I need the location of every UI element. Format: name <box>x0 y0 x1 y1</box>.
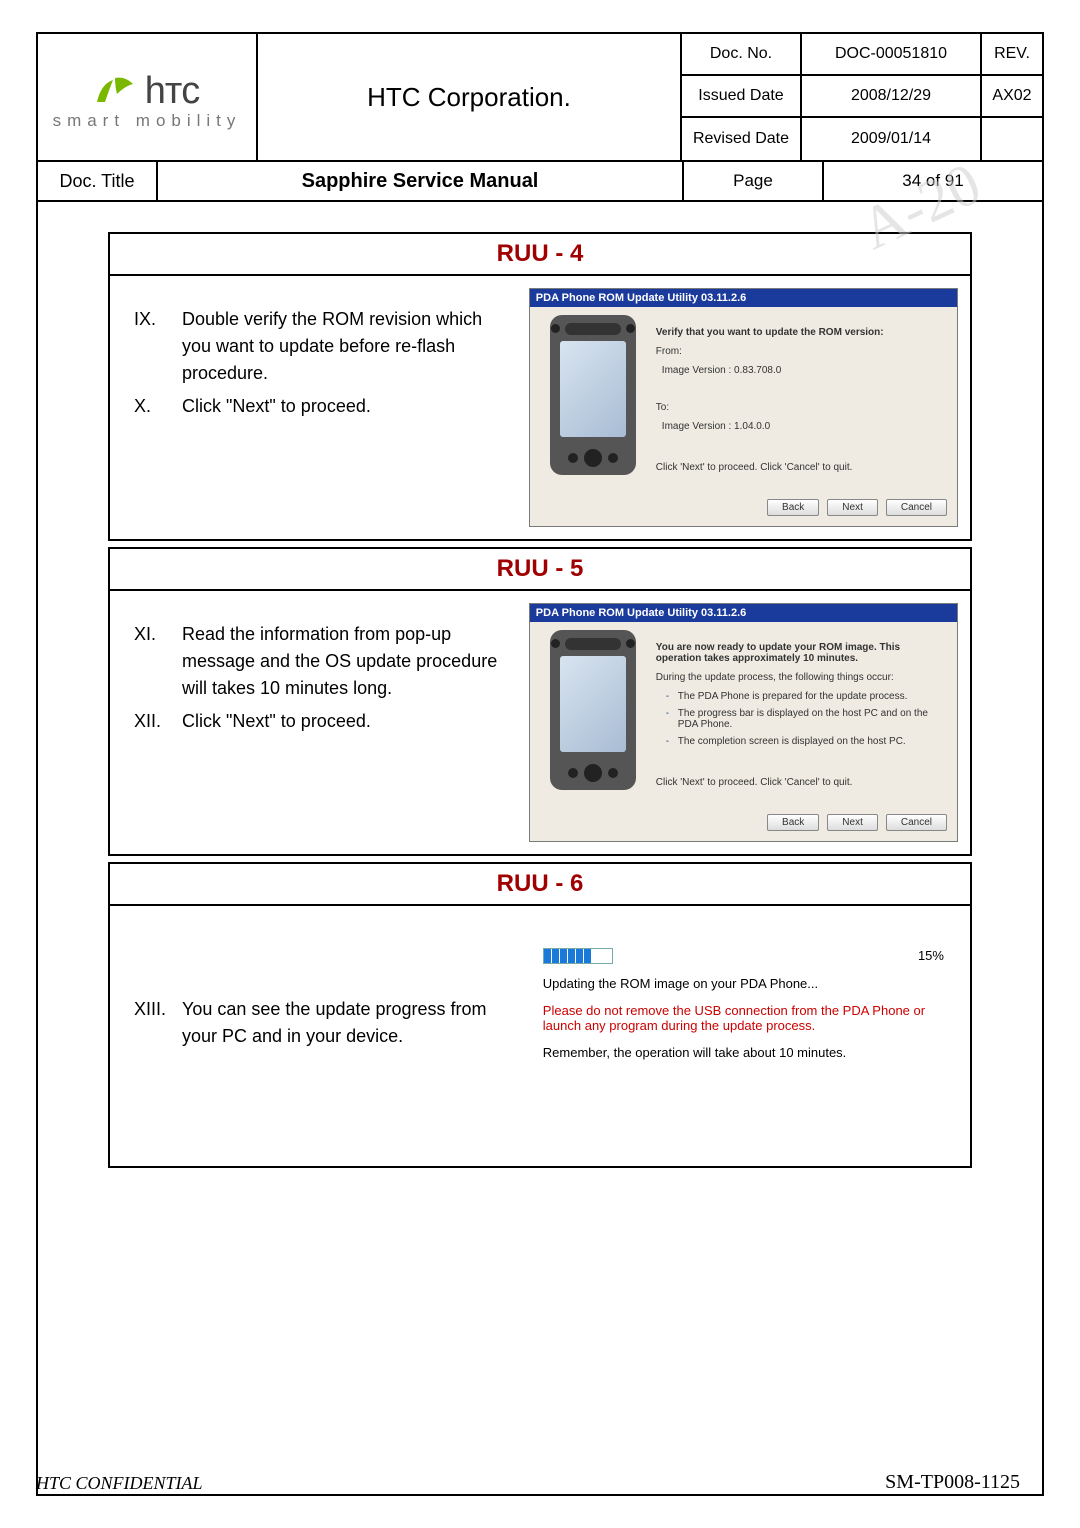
step-num: IX. <box>134 306 182 387</box>
issued-value: 2008/12/29 <box>802 76 982 116</box>
doc-title-value: Sapphire Service Manual <box>158 162 684 200</box>
section-ruu6: RUU - 6 XIII.You can see the update prog… <box>108 862 972 1168</box>
section-ruu4: RUU - 4 IX.Double verify the ROM revisio… <box>108 232 972 541</box>
progress-percent: 15% <box>918 948 944 963</box>
ruu5-dialog: PDA Phone ROM Update Utility 03.11.2.6 Y… <box>529 603 958 842</box>
from-value: Image Version : 0.83.708.0 <box>656 365 945 376</box>
confidential-footer: HTC CONFIDENTIAL <box>36 1473 203 1494</box>
rev-value: AX02 <box>982 76 1042 116</box>
ruu6-title: RUU - 6 <box>110 864 970 906</box>
dlg-hint: Click 'Next' to proceed. Click 'Cancel' … <box>656 777 945 788</box>
ruu4-title: RUU - 4 <box>110 234 970 276</box>
step-num: XIII. <box>134 996 182 1050</box>
logo-cell: hтc smart mobility <box>38 34 258 160</box>
progress-bar <box>543 948 613 964</box>
dlg-sub: During the update process, the following… <box>656 672 945 683</box>
dlg-hint: Click 'Next' to proceed. Click 'Cancel' … <box>656 462 945 473</box>
docno-value: DOC-00051810 <box>802 34 982 74</box>
page-label: Page <box>684 162 824 200</box>
dialog-title: PDA Phone ROM Update Utility 03.11.2.6 <box>530 289 957 307</box>
dialog-title: PDA Phone ROM Update Utility 03.11.2.6 <box>530 604 957 622</box>
pda-icon <box>550 315 636 475</box>
ruu4-dialog: PDA Phone ROM Update Utility 03.11.2.6 V… <box>529 288 958 527</box>
step-text: Read the information from pop-up message… <box>182 621 503 702</box>
to-value: Image Version : 1.04.0.0 <box>656 421 945 432</box>
title-row: Doc. Title Sapphire Service Manual Page … <box>38 162 1042 202</box>
logo-brand: hтc <box>145 70 200 113</box>
step-num: X. <box>134 393 182 420</box>
header-table: hтc smart mobility HTC Corporation. Doc.… <box>38 34 1042 162</box>
htc-logo-icon <box>95 74 141 108</box>
bullet: The PDA Phone is prepared for the update… <box>666 691 945 702</box>
ruu4-steps: IX.Double verify the ROM revision which … <box>110 276 523 539</box>
pda-icon <box>550 630 636 790</box>
revised-label: Revised Date <box>682 118 802 160</box>
content-area: A-20 RUU - 4 IX.Double verify the ROM re… <box>38 202 1042 1184</box>
revised-value: 2009/01/14 <box>802 118 982 160</box>
step-text: Double verify the ROM revision which you… <box>182 306 503 387</box>
progress-warning: Please do not remove the USB connection … <box>543 1003 944 1033</box>
progress-line1: Updating the ROM image on your PDA Phone… <box>543 976 944 991</box>
cancel-button[interactable]: Cancel <box>886 814 947 831</box>
corp-name: HTC Corporation. <box>258 34 682 160</box>
back-button[interactable]: Back <box>767 499 819 516</box>
page-value: 34 of 91 <box>824 162 1042 200</box>
step-num: XII. <box>134 708 182 735</box>
logo-tagline: smart mobility <box>53 111 242 131</box>
progress-line2: Remember, the operation will take about … <box>543 1045 944 1060</box>
back-button[interactable]: Back <box>767 814 819 831</box>
section-ruu5: RUU - 5 XI.Read the information from pop… <box>108 547 972 856</box>
docno-label: Doc. No. <box>682 34 802 74</box>
doc-title-label: Doc. Title <box>38 162 158 200</box>
dlg-head: Verify that you want to update the ROM v… <box>656 327 945 338</box>
ruu5-steps: XI.Read the information from pop-up mess… <box>110 591 523 854</box>
rev-label: REV. <box>982 34 1042 74</box>
step-text: You can see the update progress from you… <box>182 996 503 1050</box>
progress-panel: 15% Updating the ROM image on your PDA P… <box>529 918 958 1086</box>
issued-label: Issued Date <box>682 76 802 116</box>
next-button[interactable]: Next <box>827 814 878 831</box>
cancel-button[interactable]: Cancel <box>886 499 947 516</box>
bullet: The progress bar is displayed on the hos… <box>666 708 945 730</box>
ruu5-title: RUU - 5 <box>110 549 970 591</box>
page-frame: hтc smart mobility HTC Corporation. Doc.… <box>36 32 1044 1496</box>
bullet: The completion screen is displayed on th… <box>666 736 945 747</box>
next-button[interactable]: Next <box>827 499 878 516</box>
doc-code-footer: SM-TP008-1125 <box>885 1471 1020 1494</box>
step-text: Click "Next" to proceed. <box>182 393 503 420</box>
step-text: Click "Next" to proceed. <box>182 708 503 735</box>
step-num: XI. <box>134 621 182 702</box>
ruu6-steps: XIII.You can see the update progress fro… <box>110 906 523 1166</box>
from-label: From: <box>656 346 945 357</box>
dlg-head: You are now ready to update your ROM ima… <box>656 642 945 664</box>
to-label: To: <box>656 402 945 413</box>
meta-grid: Doc. No. DOC-00051810 REV. Issued Date 2… <box>682 34 1042 160</box>
